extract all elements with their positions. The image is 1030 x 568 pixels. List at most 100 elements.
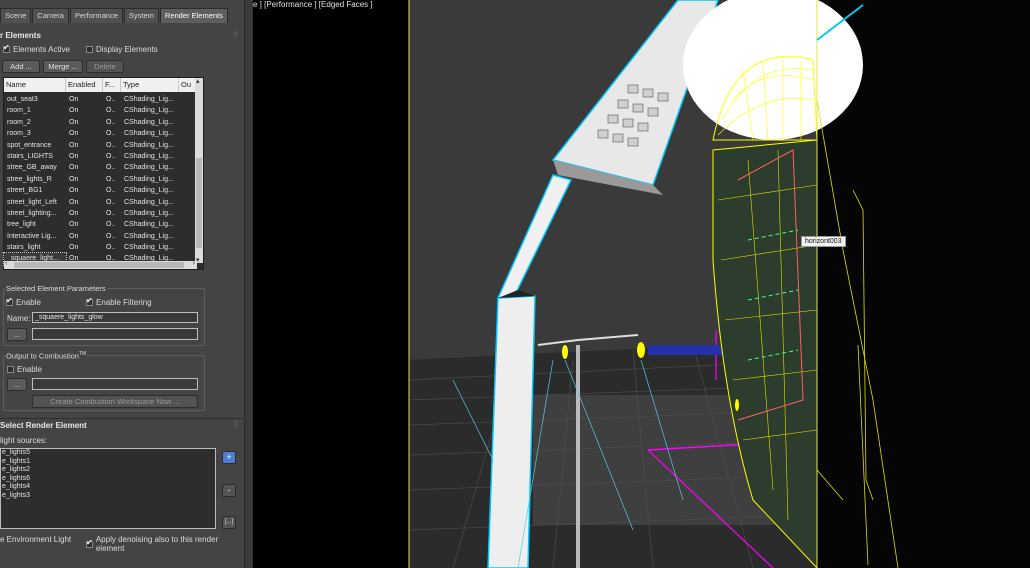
tab-render-elements[interactable]: Render Elements <box>159 8 228 23</box>
cell-enabled: On <box>69 152 79 160</box>
list-item[interactable]: stree_lights_R On O.. CShading_Lig... <box>4 174 197 185</box>
cell-type: CShading_Lig... <box>124 152 174 160</box>
add-light-button[interactable]: + <box>222 451 236 464</box>
combustion-enable-label: Enable <box>17 365 42 374</box>
display-elements-checkbox[interactable] <box>86 46 93 53</box>
enable-filtering-row: Enable Filtering <box>86 296 152 307</box>
scroll-right-icon[interactable]: › <box>193 260 195 267</box>
output-browse-button[interactable]: ... <box>7 328 27 341</box>
panel-splitter[interactable] <box>245 0 253 568</box>
combustion-enable-row: Enable <box>7 365 42 374</box>
combustion-enable-checkbox[interactable] <box>7 366 14 373</box>
list-vertical-scrollbar[interactable]: ▴ ▾ <box>195 77 203 264</box>
tab-performance[interactable]: Performance <box>69 8 123 23</box>
list-item[interactable]: stairs_light On O.. CShading_Lig... <box>4 242 197 253</box>
cell-enabled: On <box>69 221 79 229</box>
cell-enabled: On <box>69 130 79 138</box>
cell-type: CShading_Lig... <box>124 96 174 103</box>
list-item[interactable]: room_3 On O.. CShading_Lig... <box>4 128 197 139</box>
tab-system[interactable]: System <box>123 8 159 23</box>
list-item[interactable]: stairs_LIGHTS On O.. CShading_Lig... <box>4 151 197 162</box>
remove-light-button[interactable]: - <box>222 484 236 497</box>
cell-type: CShading_Lig... <box>124 141 174 149</box>
list-item[interactable]: Interactive Lig... On O.. CShading_Lig... <box>4 231 197 242</box>
render-elements-list[interactable]: Name Enabled F... Type Ou out_seat3 On O..… <box>3 77 204 270</box>
horizontal-scroll-thumb[interactable] <box>14 262 184 268</box>
cell-type: CShading_Lig... <box>124 175 174 183</box>
cell-filter: O.. <box>106 107 116 115</box>
selected-enable-checkbox[interactable] <box>6 296 13 306</box>
merge-button[interactable]: Merge ... <box>43 60 83 73</box>
cell-enabled: On <box>69 96 79 103</box>
rollout-pin-icon[interactable]: ⠿ <box>233 31 238 39</box>
create-combustion-button[interactable]: Create Combustion Workspace Now ... <box>32 395 198 408</box>
light-sources-list[interactable]: e_lights5 e_lights1 e_lights2 e_lights6 e_li… <box>0 448 216 529</box>
list-item[interactable]: street_lighting... On O.. CShading_Lig... <box>4 208 197 219</box>
cell-name: out_seat3 <box>7 96 38 103</box>
col-filter[interactable]: F... <box>103 78 121 92</box>
cell-name: street_BG1 <box>7 187 43 195</box>
combustion-browse-button[interactable]: ... <box>7 378 27 391</box>
list-item[interactable]: street_BG1 On O.. CShading_Lig... <box>4 185 197 196</box>
tab-camera[interactable]: Camera <box>32 8 69 23</box>
list-item[interactable]: tree_light On O.. CShading_Lig... <box>4 219 197 230</box>
enable-filtering-checkbox[interactable] <box>86 296 93 306</box>
more-lights-button[interactable]: [...] <box>222 516 236 529</box>
cell-name: room_1 <box>7 107 31 115</box>
cell-enabled: On <box>69 244 79 252</box>
viewport-label[interactable]: e ] [Performance ] [Edged Faces ] <box>253 0 373 9</box>
list-item[interactable]: street_light_Left On O.. CShading_Lig... <box>4 197 197 208</box>
light-source-item[interactable]: e_lights1 <box>1 458 215 467</box>
light-source-item[interactable]: e_lights6 <box>1 475 215 484</box>
cell-enabled: On <box>69 232 79 240</box>
cell-type: CShading_Lig... <box>124 118 174 126</box>
list-horizontal-scrollbar[interactable]: ‹ › <box>4 260 197 269</box>
section-divider <box>0 418 245 419</box>
apply-denoise-checkbox[interactable] <box>86 538 93 548</box>
apply-denoise-row: Apply denoising also to this render elem… <box>86 535 244 553</box>
small-lamp-glow-1 <box>562 345 568 359</box>
combustion-path-input[interactable] <box>32 378 198 390</box>
cell-type: CShading_Lig... <box>124 107 174 115</box>
list-item[interactable]: spot_entrance On O.. CShading_Lig... <box>4 140 197 151</box>
vertical-scroll-thumb[interactable] <box>196 158 202 248</box>
delete-button[interactable]: Delete <box>86 60 124 73</box>
list-item[interactable]: out_seat3 On O.. CShading_Lig... <box>4 94 197 105</box>
cell-filter: O.. <box>106 164 116 172</box>
light-source-item[interactable]: e_lights2 <box>1 466 215 475</box>
cell-filter: O.. <box>106 244 116 252</box>
element-name-input[interactable]: _squaere_lights_glow <box>32 312 198 323</box>
render-setup-panel: Scene Camera Performance System Render E… <box>0 0 245 568</box>
cell-filter: O.. <box>106 96 116 103</box>
list-item[interactable]: stree_GB_away On O.. CShading_Lig... <box>4 162 197 173</box>
col-type[interactable]: Type <box>121 78 179 92</box>
render-elements-title: r Elements <box>0 31 41 40</box>
col-enabled[interactable]: Enabled <box>66 78 103 92</box>
cell-enabled: On <box>69 164 79 172</box>
environment-light-label: e Environment Light <box>0 535 72 544</box>
cell-filter: O.. <box>106 141 116 149</box>
cell-filter: O.. <box>106 175 116 183</box>
light-source-item[interactable]: e_lights5 <box>1 449 215 458</box>
list-item[interactable]: room_1 On O.. CShading_Lig... <box>4 105 197 116</box>
col-name[interactable]: Name <box>4 78 66 92</box>
list-item[interactable]: room_2 On O.. CShading_Lig... <box>4 117 197 128</box>
elements-active-checkbox[interactable] <box>3 43 10 53</box>
small-lamp-glow-3 <box>735 399 739 411</box>
cell-name: stairs_light <box>7 244 41 252</box>
scroll-up-icon[interactable]: ▴ <box>196 77 200 85</box>
light-source-item[interactable]: e_lights3 <box>1 492 215 501</box>
elements-active-row: Elements Active <box>3 43 70 54</box>
cell-filter: O.. <box>106 209 116 217</box>
add-button[interactable]: Add ... <box>2 60 40 73</box>
cell-type: CShading_Lig... <box>124 187 174 195</box>
tab-scene[interactable]: Scene <box>0 8 32 23</box>
rollout-pin-icon-2[interactable]: ⠿ <box>233 421 238 429</box>
scroll-left-icon[interactable]: ‹ <box>5 260 7 267</box>
name-label: Name: <box>7 314 31 323</box>
enable-filtering-label: Enable Filtering <box>96 298 152 307</box>
light-source-item[interactable]: e_lights4 <box>1 483 215 492</box>
3d-viewport[interactable]: e ] [Performance ] [Edged Faces ] horizo… <box>253 0 1030 568</box>
apply-denoise-label: Apply denoising also to this render elem… <box>95 535 219 553</box>
output-path-input[interactable] <box>32 328 198 340</box>
